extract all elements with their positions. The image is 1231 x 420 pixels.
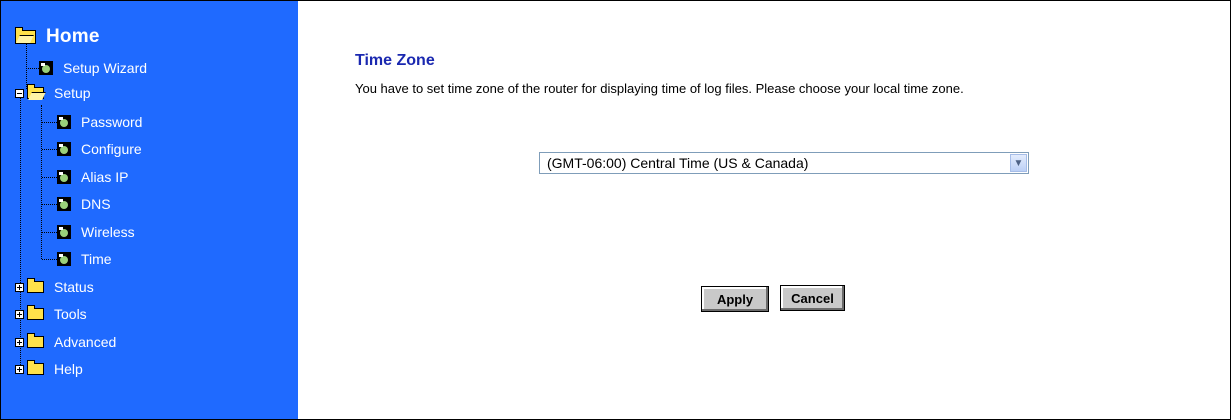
- folder-icon: [27, 278, 44, 293]
- page-title: Time Zone: [355, 52, 435, 69]
- sidebar-item-label: Status: [54, 279, 94, 295]
- sidebar-item-help[interactable]: Help: [15, 358, 83, 380]
- page-icon: [57, 225, 71, 239]
- sidebar-item-advanced[interactable]: Advanced: [15, 331, 116, 353]
- nav-tree: Home Setup Wizard Setup Password Configu…: [1, 1, 298, 401]
- sidebar-item-label: Tools: [54, 306, 87, 322]
- sidebar-item-label: Time: [81, 251, 112, 267]
- sidebar-item-wireless[interactable]: Wireless: [57, 221, 135, 243]
- page-icon: [39, 61, 53, 75]
- sidebar-item-label: Setup: [54, 85, 91, 101]
- cancel-button[interactable]: Cancel: [780, 285, 845, 311]
- folder-icon: [27, 360, 44, 375]
- tree-line: [42, 122, 57, 123]
- sidebar-item-setup[interactable]: Setup: [15, 82, 91, 104]
- collapse-icon[interactable]: [15, 88, 24, 98]
- sidebar-item-status[interactable]: Status: [15, 276, 94, 298]
- sidebar-item-label: DNS: [81, 196, 111, 212]
- sidebar-item-label: Wireless: [81, 224, 135, 240]
- sidebar-item-alias-ip[interactable]: Alias IP: [57, 166, 128, 188]
- apply-button[interactable]: Apply: [701, 286, 769, 312]
- page-icon: [57, 142, 71, 156]
- sidebar-item-label: Setup Wizard: [63, 60, 148, 76]
- sidebar-item-label: Password: [81, 114, 143, 130]
- tree-line: [26, 68, 39, 69]
- sidebar-item-time[interactable]: Time: [57, 248, 112, 270]
- sidebar-nav: Home Setup Wizard Setup Password Configu…: [1, 1, 298, 419]
- tree-line: [42, 259, 57, 260]
- folder-icon: [27, 333, 44, 348]
- tree-line: [42, 204, 57, 205]
- tree-line: [42, 177, 57, 178]
- sidebar-item-setup-wizard[interactable]: Setup Wizard: [39, 57, 147, 79]
- chevron-down-icon[interactable]: ▼: [1010, 154, 1027, 172]
- sidebar-item-password[interactable]: Password: [57, 111, 142, 133]
- page-icon: [57, 170, 71, 184]
- page-icon: [57, 197, 71, 211]
- timezone-select[interactable]: (GMT-06:00) Central Time (US & Canada) ▼: [539, 152, 1029, 174]
- nav-home-label: Home: [46, 26, 100, 47]
- tree-line: [41, 105, 42, 259]
- sidebar-item-label: Alias IP: [81, 169, 129, 185]
- page-icon: [57, 252, 71, 266]
- sidebar-item-dns[interactable]: DNS: [57, 193, 111, 215]
- expand-icon[interactable]: [15, 309, 24, 319]
- sidebar-item-configure[interactable]: Configure: [57, 138, 142, 160]
- main-content: Time Zone You have to set time zone of t…: [298, 1, 1230, 419]
- router-config-window: Home Setup Wizard Setup Password Configu…: [0, 0, 1231, 420]
- sidebar-item-label: Advanced: [54, 334, 117, 350]
- folder-open-icon: [15, 27, 36, 44]
- tree-line: [42, 232, 57, 233]
- sidebar-item-label: Help: [54, 361, 83, 377]
- page-description: You have to set time zone of the router …: [355, 81, 964, 96]
- tree-line: [20, 89, 21, 371]
- tree-line: [42, 149, 57, 150]
- folder-icon: [27, 305, 44, 320]
- page-icon: [57, 115, 71, 129]
- timezone-select-value: (GMT-06:00) Central Time (US & Canada): [547, 155, 809, 171]
- folder-open-icon: [27, 84, 44, 99]
- nav-home[interactable]: Home: [15, 26, 100, 48]
- sidebar-item-tools[interactable]: Tools: [15, 303, 87, 325]
- sidebar-item-label: Configure: [81, 141, 142, 157]
- expand-icon[interactable]: [15, 282, 24, 292]
- expand-icon[interactable]: [15, 364, 24, 374]
- expand-icon[interactable]: [15, 337, 24, 347]
